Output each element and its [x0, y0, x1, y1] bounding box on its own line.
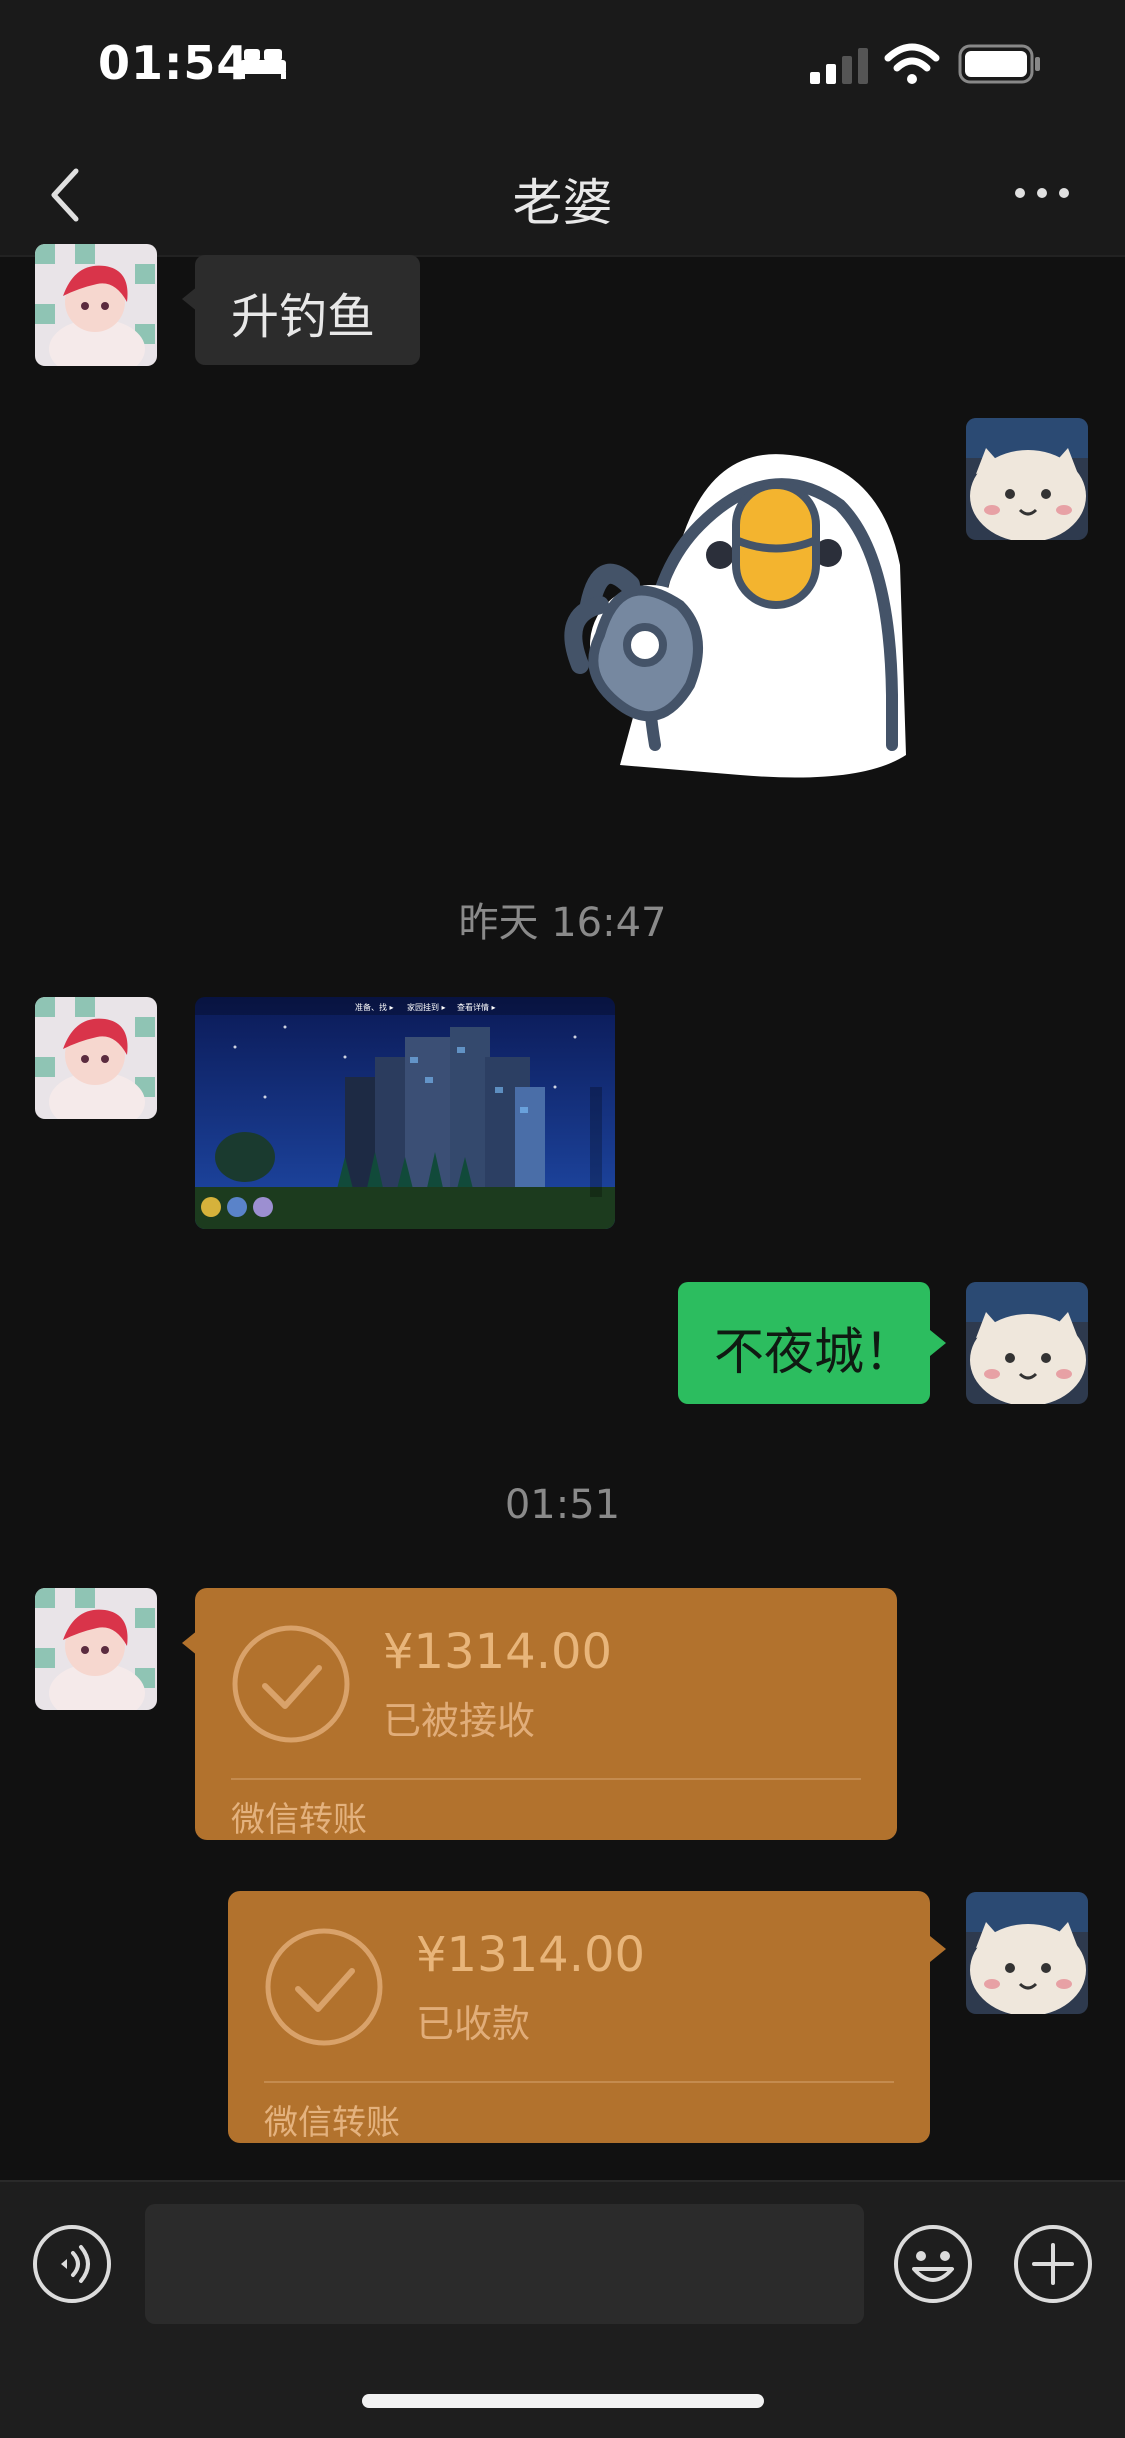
game-screenshot: 准备、找 ▸ 家园挂到 ▸ 查看详情 ▸ [195, 997, 615, 1229]
avatar-image [966, 418, 1088, 540]
check-icon [232, 1625, 350, 1743]
avatar-other[interactable] [35, 244, 157, 366]
divider [264, 2081, 894, 2083]
avatar-image [35, 997, 157, 1119]
divider [231, 1778, 861, 1780]
message-text: 不夜城！ [714, 1323, 914, 1381]
voice-icon[interactable] [31, 2223, 113, 2305]
status-time: 01:54 [98, 36, 250, 90]
bubble-tail [930, 1330, 946, 1356]
image-message[interactable]: 准备、找 ▸ 家园挂到 ▸ 查看详情 ▸ [195, 997, 615, 1229]
message-input[interactable] [145, 2204, 864, 2324]
sticker-image[interactable] [560, 445, 906, 785]
check-icon [265, 1928, 383, 2046]
overlay-label: 家园挂到 ▸ [407, 1002, 446, 1012]
avatar-image [35, 1588, 157, 1710]
avatar-self[interactable] [966, 418, 1088, 540]
transfer-footer: 微信转账 [231, 1800, 367, 1840]
sleep-icon [240, 49, 286, 79]
overlay-label: 准备、找 ▸ [355, 1002, 394, 1012]
transfer-card-received[interactable]: ¥1314.00 已被接收 微信转账 [195, 1588, 897, 1840]
transfer-status: 已收款 [416, 2002, 531, 2046]
home-indicator [362, 2394, 764, 2408]
signal-icon [810, 48, 868, 84]
transfer-amount: ¥1314.00 [383, 1624, 613, 1680]
timestamp: 01:51 [504, 1482, 621, 1528]
avatar-image [966, 1892, 1088, 2014]
status-bar: 01:54 [0, 0, 1125, 135]
message-bubble-other[interactable]: 升钓鱼 [195, 255, 420, 365]
chat-header: 老婆 [0, 135, 1125, 257]
message-bubble-self[interactable]: 不夜城！ [678, 1282, 930, 1404]
battery-icon [958, 44, 1040, 84]
overlay-label: 查看详情 ▸ [457, 1002, 496, 1012]
bubble-tail [930, 1936, 946, 1962]
avatar-other[interactable] [35, 997, 157, 1119]
plus-icon[interactable] [1012, 2223, 1094, 2305]
emoji-icon[interactable] [892, 2223, 974, 2305]
message-text: 升钓鱼 [231, 289, 376, 345]
chat-title: 老婆 [512, 174, 613, 232]
avatar-other[interactable] [35, 1588, 157, 1710]
avatar-image [35, 244, 157, 366]
avatar-self[interactable] [966, 1892, 1088, 2014]
transfer-status: 已被接收 [383, 1699, 536, 1743]
more-icon[interactable] [1012, 183, 1072, 203]
timestamp: 昨天 16:47 [458, 900, 667, 946]
transfer-card-collected[interactable]: ¥1314.00 已收款 微信转账 [228, 1891, 930, 2143]
avatar-self[interactable] [966, 1282, 1088, 1404]
transfer-amount: ¥1314.00 [416, 1927, 646, 1983]
transfer-footer: 微信转账 [264, 2103, 400, 2143]
wifi-icon [884, 43, 940, 84]
avatar-image [966, 1282, 1088, 1404]
